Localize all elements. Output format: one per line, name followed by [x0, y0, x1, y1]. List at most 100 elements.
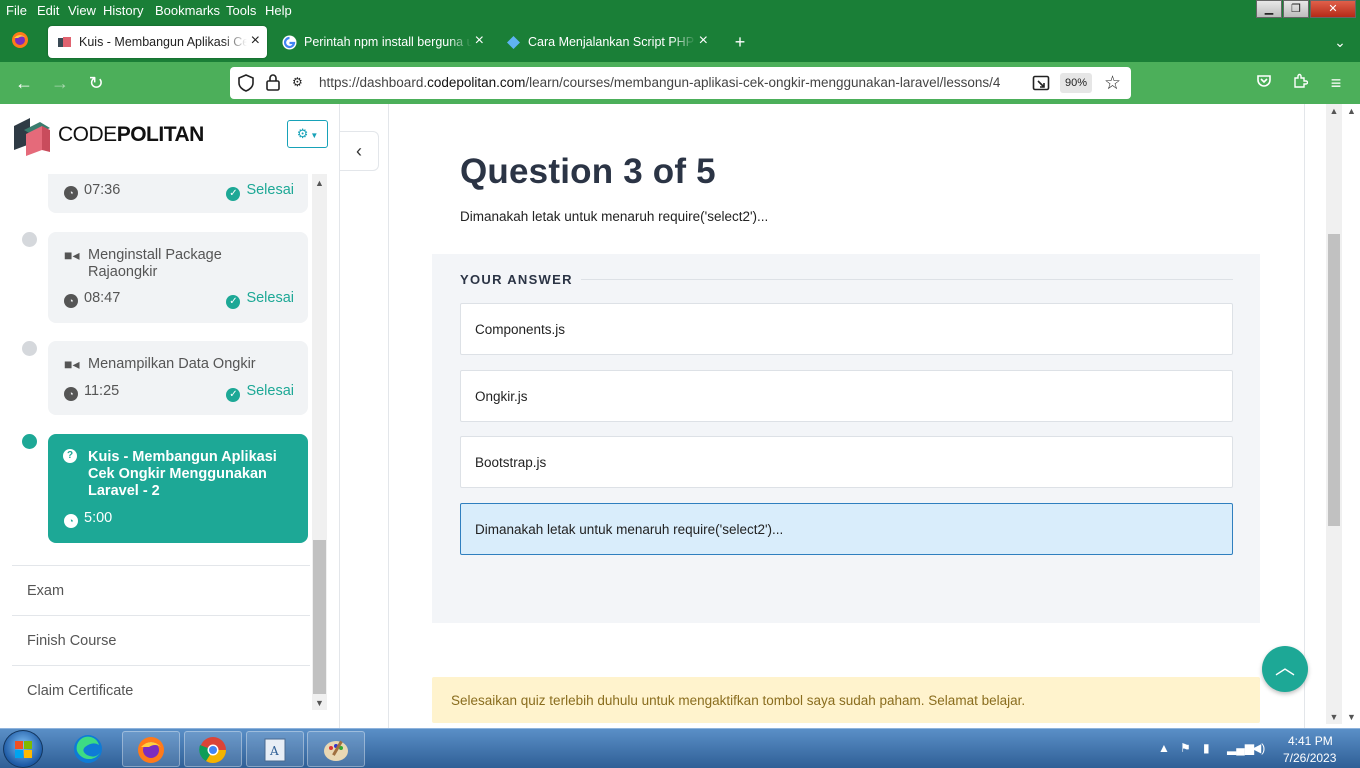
duration-text: 11:25	[84, 383, 120, 399]
menu-tools[interactable]: Tools	[226, 3, 256, 18]
clock-time[interactable]: 4:41 PM	[1288, 734, 1333, 748]
pocket-icon[interactable]	[1253, 72, 1275, 94]
lesson-title: Menampilkan Data Ongkir	[88, 356, 256, 372]
menu-file[interactable]: File	[6, 3, 27, 18]
google-favicon-icon	[282, 35, 297, 50]
video-camera-icon: ■◂	[64, 247, 80, 263]
menu-help[interactable]: Help	[265, 3, 292, 18]
scroll-down-arrow-icon[interactable]: ▼	[312, 698, 327, 708]
close-window-button[interactable]: ✕	[1310, 0, 1356, 18]
show-hidden-icons-icon[interactable]: ▲	[1158, 741, 1170, 755]
answer-option[interactable]: Ongkir.js	[460, 370, 1233, 422]
taskbar-firefox[interactable]	[122, 731, 180, 767]
menu-edit[interactable]: Edit	[37, 3, 59, 18]
tab-close-icon[interactable]: ×	[251, 32, 260, 50]
forward-arrow-icon[interactable]: →	[49, 72, 71, 94]
video-camera-icon: ■◂	[64, 356, 80, 372]
scrollbar-thumb[interactable]	[1328, 234, 1340, 526]
menu-view[interactable]: View	[68, 3, 96, 18]
lesson-item[interactable]: ◔ 07:36 ✓ Selesai	[48, 174, 308, 213]
edge-app-icon[interactable]	[71, 733, 105, 765]
url-text[interactable]: https://dashboard.codepolitan.com/learn/…	[319, 75, 1025, 90]
shield-icon[interactable]	[238, 74, 254, 92]
menu-bar: File Edit View History Bookmarks Tools H…	[0, 0, 1360, 22]
scroll-down-arrow-icon[interactable]: ▼	[1326, 712, 1342, 722]
lesson-item[interactable]: ■◂ Menginstall Package Rajaongkir ◔ 08:47…	[48, 232, 308, 323]
windows-taskbar: A ▲ ⚑ ▮ ▂▄▆ ◀) 4:41 PM 7/26/2023	[0, 728, 1360, 768]
minimize-button[interactable]: ▁	[1256, 0, 1282, 18]
tab-php[interactable]: Cara Menjalankan Script PHP di ×	[497, 26, 715, 58]
scroll-up-arrow-icon[interactable]: ▲	[1326, 106, 1342, 116]
sidebar-link-claim-certificate[interactable]: Claim Certificate	[12, 665, 310, 715]
check-circle-icon: ✓	[226, 187, 241, 201]
bookmark-star-icon[interactable]: ☆	[1104, 72, 1121, 95]
option-text: Components.js	[475, 322, 566, 337]
extensions-icon[interactable]	[1289, 72, 1311, 94]
action-center-flag-icon[interactable]: ⚑	[1180, 741, 1191, 755]
tab-npm[interactable]: Perintah npm install berguna untuk ×	[273, 26, 491, 58]
theme-toggle-button[interactable]: ⚙ ▼	[287, 120, 328, 148]
sidebar-link-finish-course[interactable]: Finish Course	[12, 615, 310, 665]
lesson-item-active[interactable]: ? Kuis - Membangun Aplikasi Cek Ongkir M…	[48, 434, 308, 543]
scroll-up-arrow-icon[interactable]: ▲	[312, 178, 327, 188]
link-label: Exam	[27, 583, 65, 599]
answer-label: YOUR ANSWER	[460, 272, 581, 287]
permissions-icon[interactable]: ⚙	[292, 75, 308, 91]
restore-button[interactable]: ❐	[1283, 0, 1309, 18]
clock-icon: ◔	[64, 514, 78, 528]
wordpad-icon: A	[264, 738, 286, 762]
status-text: Selesai	[246, 182, 294, 198]
menu-history[interactable]: History	[103, 3, 143, 18]
taskbar-wordpad[interactable]: A	[246, 731, 304, 767]
tab-bar: Kuis - Membangun Aplikasi Cek Ongkir × P…	[0, 22, 1360, 62]
question-circle-icon: ?	[63, 449, 77, 463]
answer-option[interactable]: Bootstrap.js	[460, 436, 1233, 488]
page-scrollbar[interactable]: ▲ ▼	[1326, 104, 1342, 724]
menu-bookmarks[interactable]: Bookmarks	[155, 3, 220, 18]
list-tabs-chevron-icon[interactable]: ⌄	[1329, 31, 1351, 53]
clock-date[interactable]: 7/26/2023	[1283, 751, 1336, 765]
codepolitan-logo-icon[interactable]	[12, 114, 52, 156]
outer-scroll-up-icon[interactable]: ▲	[1347, 106, 1356, 116]
option-text: Ongkir.js	[475, 389, 528, 404]
paint-palette-icon	[324, 740, 348, 761]
duration-text: 07:36	[84, 182, 121, 198]
url-bar[interactable]: ⚙ https://dashboard.codepolitan.com/lear…	[230, 67, 1131, 99]
codepolitan-wordmark[interactable]: CODEPOLITAN	[58, 123, 204, 147]
tab-label: Cara Menjalankan Script PHP di	[528, 35, 696, 49]
lesson-item[interactable]: ■◂ Menampilkan Data Ongkir ◔ 11:25 ✓ Seles…	[48, 341, 308, 415]
back-arrow-icon[interactable]: ←	[13, 72, 35, 94]
new-tab-plus-icon[interactable]: +	[729, 31, 751, 53]
network-signal-icon[interactable]: ▂▄▆	[1227, 741, 1254, 755]
power-icon[interactable]: ▮	[1203, 741, 1210, 755]
lesson-title: Kuis - Membangun Aplikasi Cek Ongkir Men…	[88, 449, 277, 499]
chrome-icon	[199, 737, 227, 764]
option-text: Dimanakah letak untuk menaruh require('s…	[475, 522, 784, 537]
url-domain: codepolitan.com	[427, 75, 526, 90]
outer-scroll-down-icon[interactable]: ▼	[1347, 712, 1356, 722]
collapse-sidebar-button[interactable]: ‹	[340, 131, 379, 171]
reload-icon[interactable]: ↻	[85, 72, 107, 94]
sidebar-link-exam[interactable]: Exam	[12, 565, 310, 615]
start-button[interactable]	[3, 730, 43, 768]
lock-icon[interactable]	[266, 73, 280, 91]
taskbar-chrome[interactable]	[184, 731, 242, 767]
hamburger-menu-icon[interactable]: ≡	[1325, 72, 1347, 94]
link-label: Claim Certificate	[27, 683, 134, 699]
volume-icon[interactable]: ◀)	[1252, 741, 1265, 755]
lesson-list[interactable]: ◔ 07:36 ✓ Selesai ■◂ Menginstall Package R…	[12, 174, 314, 554]
taskbar-paint[interactable]	[307, 731, 365, 767]
tab-close-icon[interactable]: ×	[699, 32, 708, 50]
timeline-dot	[22, 232, 37, 247]
sidebar-scrollbar[interactable]: ▲ ▼	[312, 174, 327, 710]
tab-kuis[interactable]: Kuis - Membangun Aplikasi Cek Ongkir ×	[48, 26, 267, 58]
scroll-to-top-button[interactable]: ︿	[1262, 646, 1308, 692]
scrollbar-thumb[interactable]	[313, 540, 326, 694]
picture-in-picture-icon[interactable]	[1032, 74, 1050, 92]
check-circle-icon: ✓	[226, 388, 241, 402]
answer-option[interactable]: Components.js	[460, 303, 1233, 355]
answer-option-selected[interactable]: Dimanakah letak untuk menaruh require('s…	[460, 503, 1233, 555]
tab-close-icon[interactable]: ×	[475, 32, 484, 50]
firefox-menu-icon[interactable]	[9, 30, 31, 52]
zoom-level-badge[interactable]: 90%	[1060, 73, 1092, 93]
